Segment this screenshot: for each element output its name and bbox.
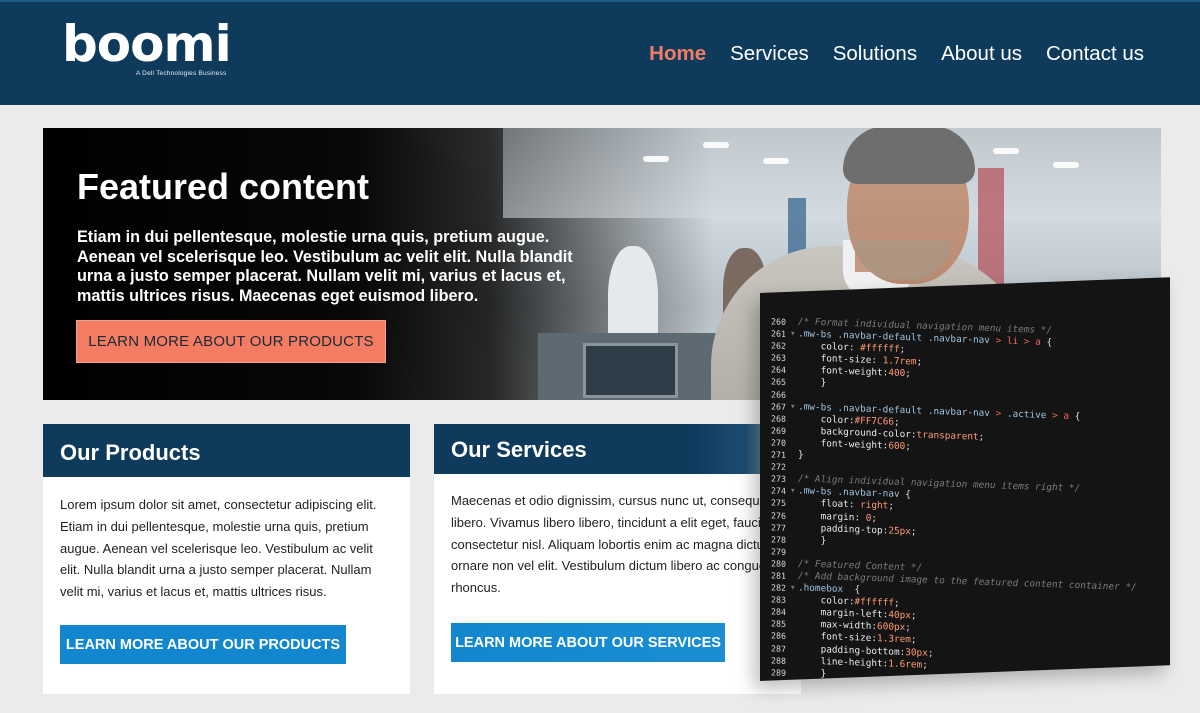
fold-arrow-icon bbox=[790, 594, 798, 606]
fold-arrow-icon bbox=[790, 461, 798, 473]
line-number: 285 bbox=[771, 618, 786, 630]
hero-learn-more-button[interactable]: LEARN MORE ABOUT OUR PRODUCTS bbox=[76, 320, 386, 363]
css-code-panel: 260/* Format individual navigation menu … bbox=[760, 277, 1170, 681]
fold-arrow-icon bbox=[790, 449, 798, 461]
fold-arrow-icon bbox=[790, 655, 798, 667]
nav-home[interactable]: Home bbox=[649, 42, 706, 66]
line-number: 286 bbox=[771, 630, 786, 642]
products-learn-more-button[interactable]: LEARN MORE ABOUT OUR PRODUCTS bbox=[60, 625, 346, 664]
fold-arrow-icon bbox=[790, 425, 798, 437]
line-number: 288 bbox=[771, 655, 786, 666]
line-number: 272 bbox=[771, 461, 786, 473]
nav-about-us[interactable]: About us bbox=[941, 42, 1022, 66]
products-card-text: Lorem ipsum dolor sit amet, consectetur … bbox=[60, 497, 377, 600]
fold-arrow-icon bbox=[790, 437, 798, 449]
photo-man-hair bbox=[843, 128, 975, 184]
ceiling-light bbox=[993, 148, 1019, 154]
line-number: 262 bbox=[771, 340, 786, 352]
line-number: 261 bbox=[771, 328, 786, 340]
fold-arrow-icon bbox=[790, 643, 798, 655]
photo-ceiling bbox=[503, 128, 1161, 218]
fold-arrow-icon bbox=[790, 340, 798, 352]
line-number: 280 bbox=[771, 558, 786, 569]
logo-wordmark: boomi bbox=[62, 15, 232, 73]
line-number: 287 bbox=[771, 642, 786, 654]
line-number: 283 bbox=[771, 594, 786, 606]
line-number: 276 bbox=[771, 509, 786, 521]
fold-arrow-icon bbox=[790, 558, 798, 570]
nav-services[interactable]: Services bbox=[730, 42, 809, 66]
hero-text: Etiam in dui pellentesque, molestie urna… bbox=[77, 228, 573, 305]
line-number: 268 bbox=[771, 413, 786, 424]
fold-arrow-icon bbox=[790, 377, 798, 389]
fold-arrow-icon bbox=[790, 389, 798, 401]
line-number: 266 bbox=[771, 388, 786, 400]
code-lines: 260/* Format individual navigation menu … bbox=[760, 315, 1170, 681]
fold-arrow-icon bbox=[790, 364, 798, 376]
fold-arrow-icon[interactable]: ▾ bbox=[790, 485, 798, 497]
fold-arrow-icon bbox=[790, 316, 798, 328]
fold-arrow-icon bbox=[790, 497, 798, 509]
line-number: 263 bbox=[771, 352, 786, 364]
fold-arrow-icon bbox=[790, 473, 798, 485]
nav-contact-us[interactable]: Contact us bbox=[1046, 42, 1144, 66]
fold-arrow-icon bbox=[790, 546, 798, 558]
line-number: 273 bbox=[771, 473, 786, 485]
line-number: 267 bbox=[771, 401, 786, 412]
site-header: boomi A Dell Technologies Business Home … bbox=[0, 0, 1200, 105]
fold-arrow-icon bbox=[790, 606, 798, 618]
line-number: 284 bbox=[771, 606, 786, 618]
line-number: 269 bbox=[771, 425, 786, 436]
line-number: 278 bbox=[771, 534, 786, 545]
ceiling-light bbox=[1053, 162, 1079, 168]
fold-arrow-icon[interactable]: ▾ bbox=[790, 328, 798, 340]
line-number: 271 bbox=[771, 449, 786, 460]
line-number: 279 bbox=[771, 546, 786, 557]
code-text: } bbox=[798, 449, 804, 461]
products-card-title: Our Products bbox=[43, 424, 410, 477]
code-text: } bbox=[798, 667, 827, 680]
code-text: } bbox=[798, 376, 827, 389]
boomi-logo[interactable]: boomi A Dell Technologies Business bbox=[62, 15, 232, 77]
products-card: Our Products Lorem ipsum dolor sit amet,… bbox=[43, 424, 410, 694]
services-card-text: Maecenas et odio dignissim, cursus nunc … bbox=[451, 493, 782, 596]
code-text: } bbox=[798, 534, 827, 547]
fold-arrow-icon bbox=[790, 570, 798, 582]
line-number: 275 bbox=[771, 497, 786, 509]
line-number: 289 bbox=[771, 667, 786, 678]
line-number: 282 bbox=[771, 582, 786, 593]
fold-arrow-icon bbox=[790, 618, 798, 630]
main-nav: Home Services Solutions About us Contact… bbox=[649, 42, 1144, 66]
services-card-title: Our Services bbox=[434, 424, 801, 474]
fold-arrow-icon[interactable]: ▾ bbox=[790, 582, 798, 594]
line-number: 265 bbox=[771, 376, 786, 388]
line-number: 274 bbox=[771, 485, 786, 497]
services-learn-more-button[interactable]: LEARN MORE ABOUT OUR SERVICES bbox=[451, 623, 725, 662]
fold-arrow-icon[interactable]: ▾ bbox=[790, 401, 798, 413]
services-card: Our Services Maecenas et odio dignissim,… bbox=[434, 424, 801, 694]
line-number: 264 bbox=[771, 364, 786, 376]
line-number: 260 bbox=[771, 316, 786, 327]
hero-title: Featured content bbox=[77, 166, 370, 207]
fold-arrow-icon bbox=[790, 413, 798, 425]
fold-arrow-icon bbox=[790, 667, 798, 679]
fold-arrow-icon bbox=[790, 510, 798, 522]
fold-arrow-icon bbox=[790, 630, 798, 642]
ceiling-light bbox=[703, 142, 729, 148]
fold-arrow-icon bbox=[790, 534, 798, 546]
line-number: 277 bbox=[771, 521, 786, 533]
ceiling-light bbox=[763, 158, 789, 164]
nav-solutions[interactable]: Solutions bbox=[833, 42, 917, 66]
ceiling-light bbox=[643, 156, 669, 162]
line-number: 281 bbox=[771, 570, 786, 581]
photo-monitor bbox=[583, 343, 678, 398]
fold-arrow-icon bbox=[790, 522, 798, 534]
fold-arrow-icon bbox=[790, 352, 798, 364]
line-number: 270 bbox=[771, 437, 786, 448]
